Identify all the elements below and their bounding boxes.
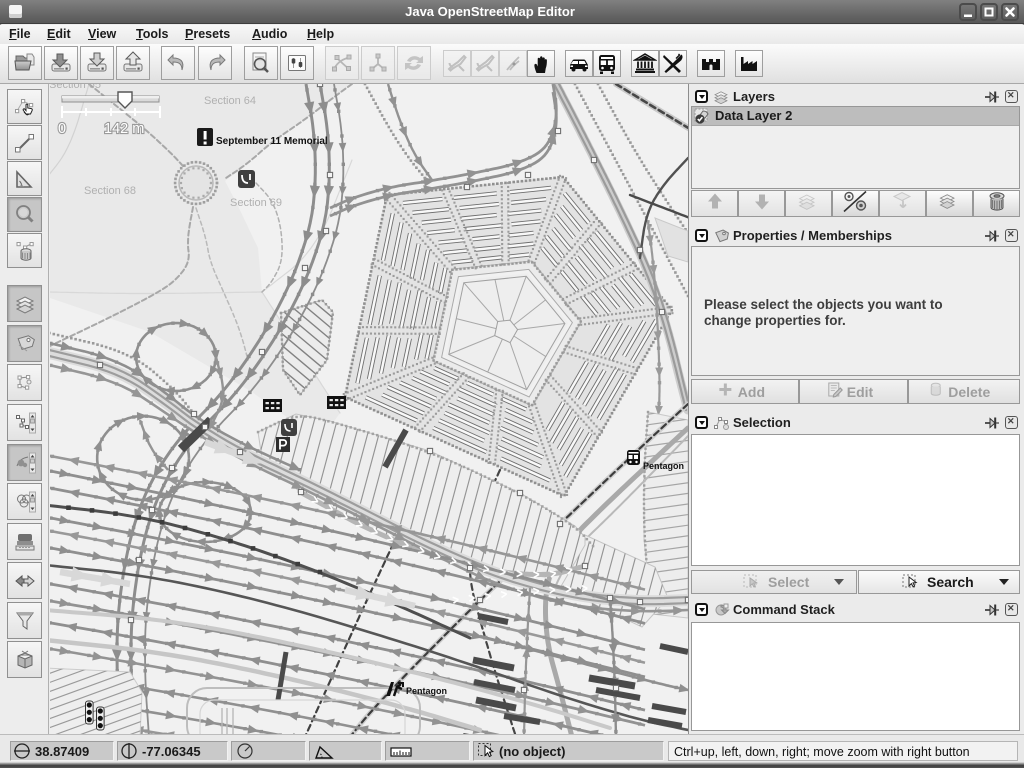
svg-text:September 11 Memorial: September 11 Memorial bbox=[216, 136, 328, 147]
svg-text:Pentagon: Pentagon bbox=[643, 461, 684, 471]
svg-text:Section 68: Section 68 bbox=[84, 185, 136, 197]
svg-text:142 m: 142 m bbox=[104, 121, 144, 137]
svg-text:Section 65: Section 65 bbox=[50, 84, 101, 91]
svg-text:Section 64: Section 64 bbox=[204, 95, 256, 107]
svg-text:Section 69: Section 69 bbox=[230, 197, 282, 209]
svg-text:Pentagon: Pentagon bbox=[406, 686, 447, 696]
svg-text:0: 0 bbox=[58, 121, 66, 137]
